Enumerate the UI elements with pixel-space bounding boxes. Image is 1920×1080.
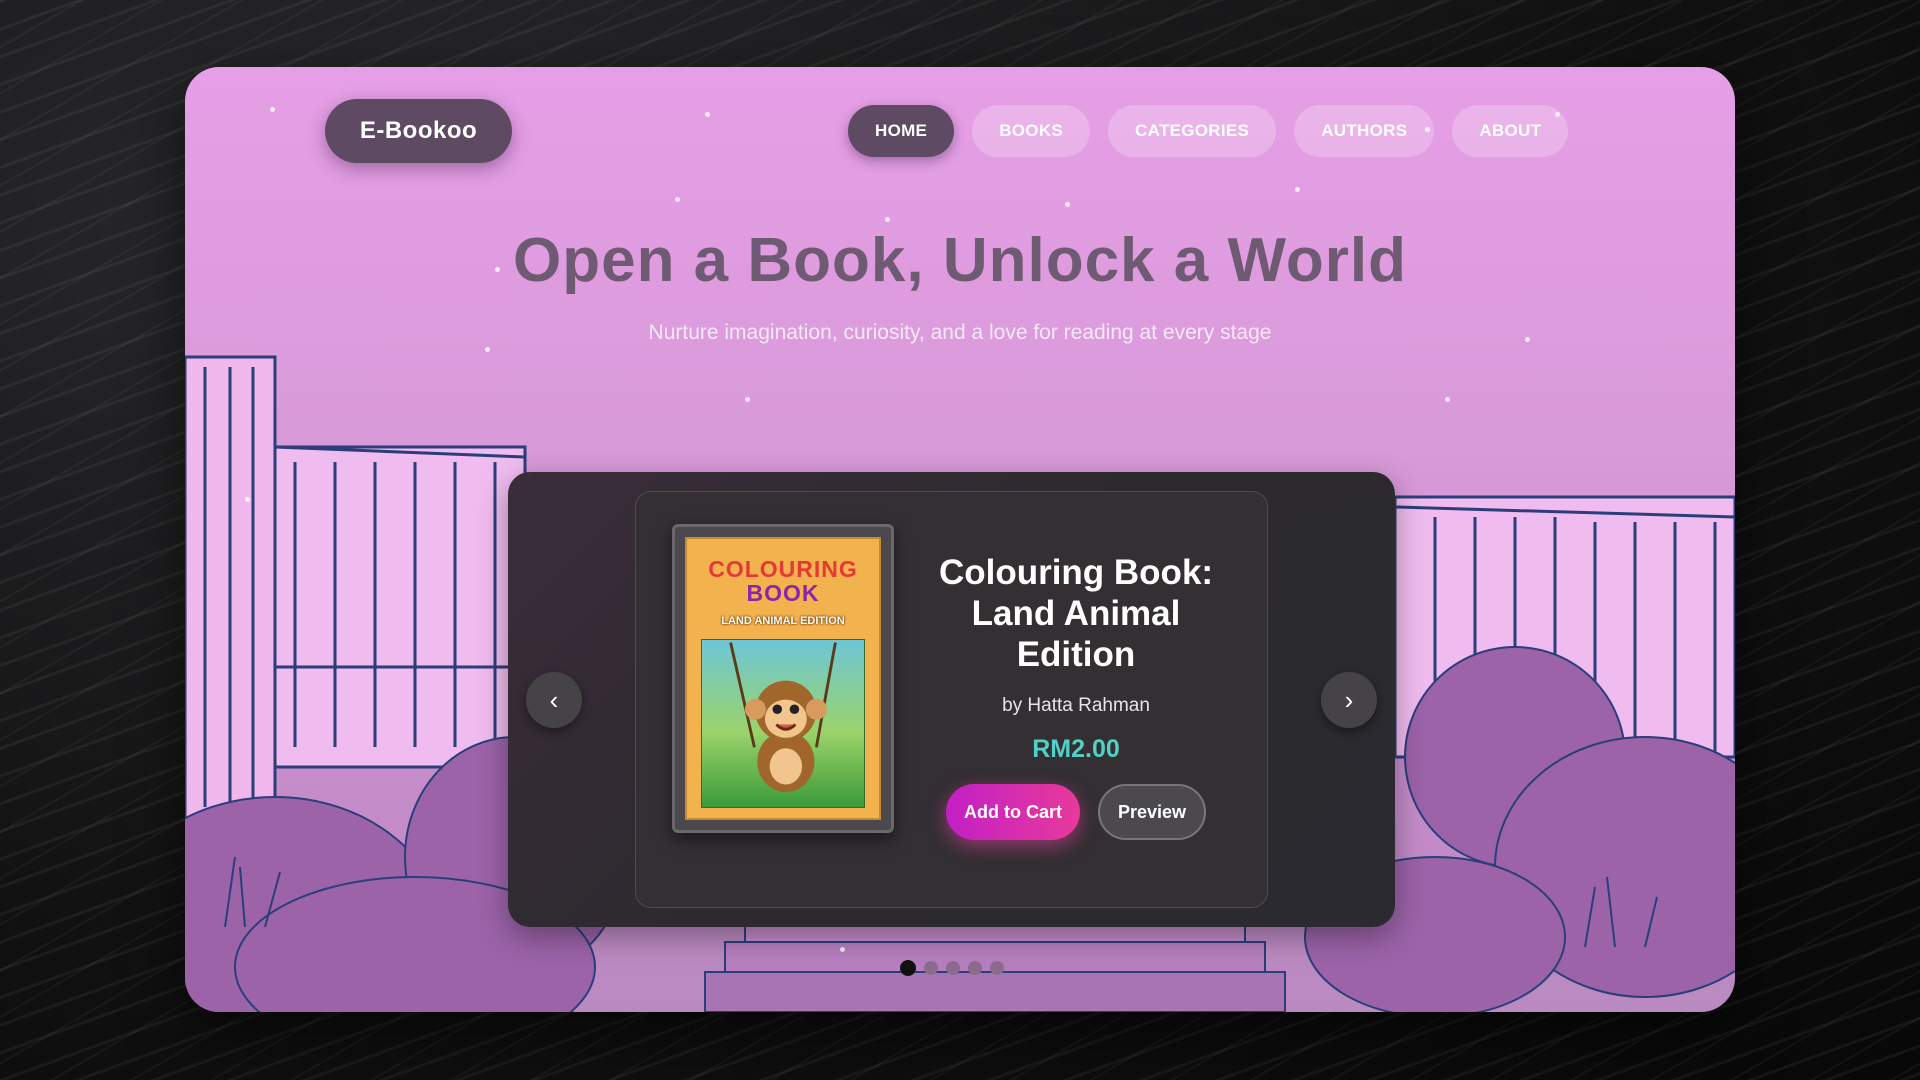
cover-title-line2: BOOK bbox=[746, 580, 820, 606]
main-nav: HOME BOOKS CATEGORIES AUTHORS ABOUT bbox=[848, 105, 1569, 157]
carousel-next-button[interactable]: › bbox=[1321, 672, 1377, 728]
book-title[interactable]: Colouring Book: Land Animal Edition bbox=[926, 552, 1226, 675]
chevron-left-icon: ‹ bbox=[549, 684, 559, 715]
nav-authors[interactable]: AUTHORS bbox=[1294, 105, 1435, 157]
hero-title: Open a Book, Unlock a World bbox=[513, 226, 1407, 295]
book-cover[interactable]: COLOURING BOOK LAND ANIMAL EDITION bbox=[672, 524, 894, 833]
monkey-icon bbox=[729, 642, 837, 793]
book-carousel: ‹ COLOURING BOOK LAND ANIMAL EDITION Col… bbox=[508, 472, 1395, 927]
carousel-dot[interactable] bbox=[946, 961, 960, 975]
book-cover-image: COLOURING BOOK LAND ANIMAL EDITION bbox=[685, 537, 881, 820]
preview-button[interactable]: Preview bbox=[1097, 784, 1207, 840]
book-info: Colouring Book: Land Animal Edition by H… bbox=[926, 552, 1226, 840]
hero-subtitle: Nurture imagination, curiosity, and a lo… bbox=[648, 321, 1272, 344]
cover-subtitle: LAND ANIMAL EDITION bbox=[721, 615, 845, 627]
add-to-cart-button[interactable]: Add to Cart bbox=[945, 784, 1080, 840]
nav-about[interactable]: ABOUT bbox=[1452, 105, 1569, 157]
carousel-dot[interactable] bbox=[990, 961, 1004, 975]
book-price: RM2.00 bbox=[1032, 735, 1120, 763]
brand-logo[interactable]: E-Bookoo bbox=[325, 99, 512, 163]
hero-card: E-Bookoo HOME BOOKS CATEGORIES AUTHORS A… bbox=[185, 67, 1735, 1012]
carousel-dot[interactable] bbox=[924, 961, 938, 975]
chevron-right-icon: › bbox=[1344, 684, 1354, 715]
carousel-dot[interactable] bbox=[968, 961, 982, 975]
book-author: by Hatta Rahman bbox=[1002, 695, 1150, 716]
nav-categories[interactable]: CATEGORIES bbox=[1108, 105, 1277, 157]
carousel-prev-button[interactable]: ‹ bbox=[526, 672, 582, 728]
book-actions: Add to Cart Preview bbox=[926, 784, 1226, 840]
monkey-illustration bbox=[701, 639, 865, 808]
nav-books[interactable]: BOOKS bbox=[972, 105, 1091, 157]
book-slide: COLOURING BOOK LAND ANIMAL EDITION Colou… bbox=[635, 491, 1268, 908]
carousel-dots bbox=[900, 960, 1004, 976]
nav-home[interactable]: HOME bbox=[848, 105, 955, 157]
cover-title: COLOURING BOOK bbox=[687, 557, 879, 605]
carousel-dot[interactable] bbox=[900, 960, 916, 976]
cover-title-line1: COLOURING bbox=[708, 556, 858, 582]
